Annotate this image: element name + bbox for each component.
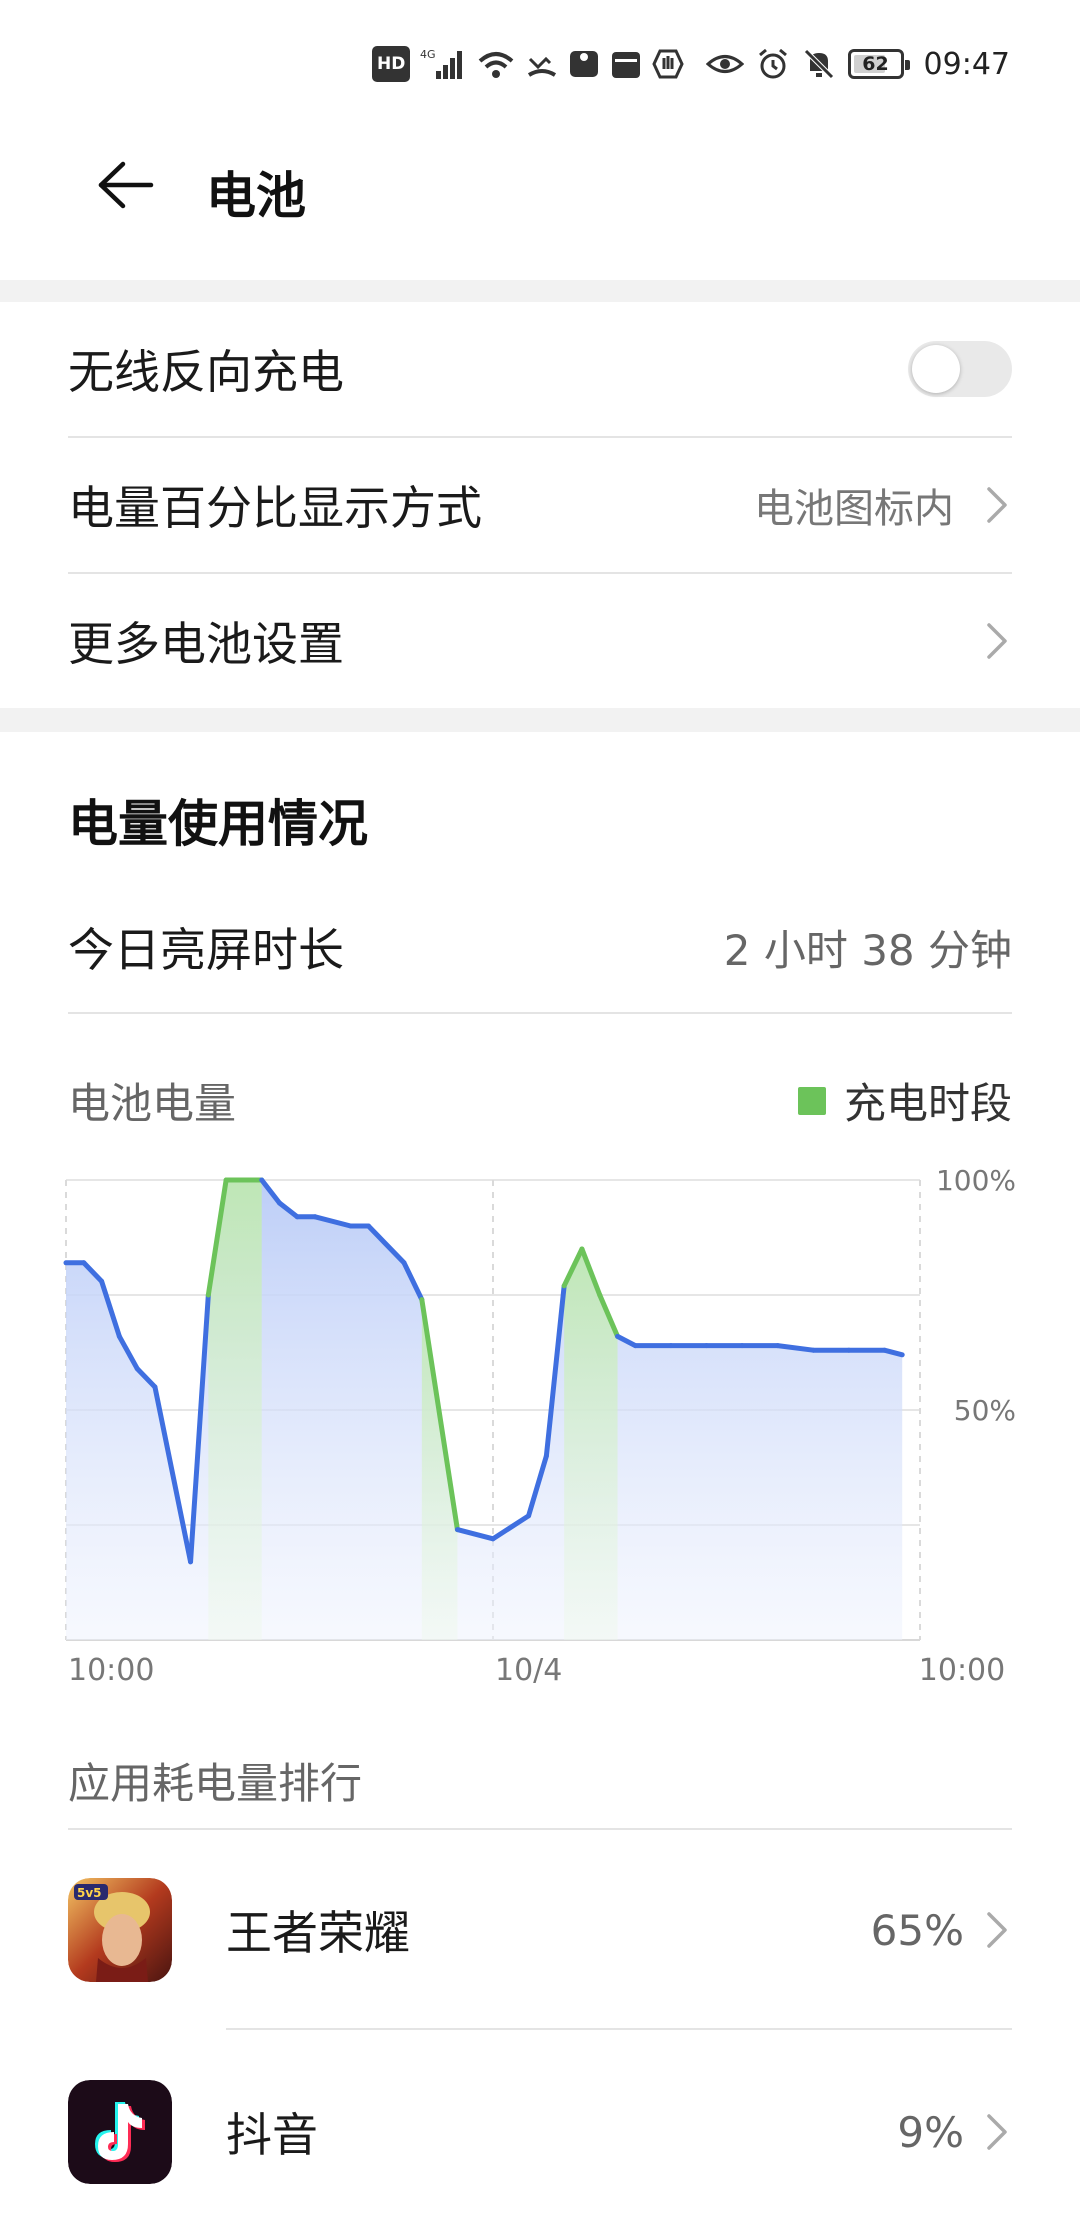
divider xyxy=(226,2028,1012,2030)
honor-of-kings-icon: 5v5 xyxy=(68,1878,172,1982)
more-battery-settings-label: 更多电池设置 xyxy=(68,617,344,671)
app-row-honor-of-kings[interactable]: 5v5 王者荣耀 65% xyxy=(68,1870,1012,1990)
battery-percent-display-row[interactable]: 电量百分比显示方式 电池图标内 xyxy=(68,438,1012,572)
charging-legend-label: 充电时段 xyxy=(843,1079,1012,1128)
wireless-reverse-charging-label: 无线反向充电 xyxy=(68,345,344,399)
signal-icon: 4G xyxy=(420,46,466,82)
app-percent: 65% xyxy=(870,1905,964,1955)
screen-time-label: 今日亮屏时长 xyxy=(68,923,344,977)
screen-time-row: 今日亮屏时长 2 小时 38 分钟 xyxy=(68,882,1012,1012)
x-tick-label: 10:00 xyxy=(919,1653,1005,1688)
eye-comfort-icon xyxy=(705,46,744,82)
chevron-right-icon xyxy=(982,621,1012,661)
section-separator xyxy=(0,708,1080,732)
battery-level-text: 62 xyxy=(862,53,889,75)
chevron-right-icon xyxy=(982,2112,1012,2152)
chart-legend: 充电时段 xyxy=(797,1070,1012,1131)
screen-time-value: 2 小时 38 分钟 xyxy=(723,925,1012,975)
page-title: 电池 xyxy=(206,167,306,225)
missed-call-icon xyxy=(526,46,558,82)
battery-percent-display-label: 电量百分比显示方式 xyxy=(68,481,482,535)
wireless-reverse-charging-toggle[interactable] xyxy=(908,341,1012,397)
x-tick-label: 10/4 xyxy=(495,1653,562,1688)
back-button[interactable] xyxy=(90,150,160,220)
app-name: 王者荣耀 xyxy=(226,1906,410,1960)
wifi-icon xyxy=(476,46,516,82)
chevron-right-icon xyxy=(982,485,1012,525)
status-icons-left: HD 4G xyxy=(372,44,684,84)
status-bar: HD 4G 62 09:47 xyxy=(0,0,1080,120)
divider xyxy=(68,1828,1012,1830)
y-tick-label: 100% xyxy=(936,1164,1016,1197)
x-tick-label: 10:00 xyxy=(68,1653,154,1688)
hd-badge: HD xyxy=(372,46,411,82)
mute-icon xyxy=(802,46,836,82)
section-separator xyxy=(0,280,1080,302)
app-header: 电池 xyxy=(0,120,1080,280)
svg-text:5v5: 5v5 xyxy=(77,1886,102,1900)
y-tick-label: 50% xyxy=(954,1394,1016,1427)
douyin-icon xyxy=(68,2080,172,2184)
more-battery-settings-row[interactable]: 更多电池设置 xyxy=(68,574,1012,708)
charging-period-area xyxy=(564,1249,618,1640)
svg-text:4G: 4G xyxy=(420,48,436,61)
status-icons-right: 62 09:47 xyxy=(705,44,1010,84)
divider xyxy=(68,1012,1012,1014)
charging-period-area xyxy=(421,1299,458,1640)
battery-level-chart[interactable]: 10:00 10/4 10:00 100% 50% xyxy=(0,1160,1080,1720)
back-arrow-icon xyxy=(98,161,154,209)
charging-legend-swatch xyxy=(797,1086,826,1115)
toggle-knob xyxy=(912,345,960,393)
app-ranking-title: 应用耗电量排行 xyxy=(68,1759,363,1808)
hand-icon xyxy=(652,46,684,82)
chevron-right-icon xyxy=(982,1910,1012,1950)
battery-percent-display-value: 电池图标内 xyxy=(754,486,954,532)
wireless-reverse-charging-row[interactable]: 无线反向充电 xyxy=(68,302,1012,436)
app-percent: 9% xyxy=(897,2107,964,2157)
calendar-icon xyxy=(610,46,642,82)
chart-title: 电池电量 xyxy=(68,1079,237,1128)
app-row-douyin[interactable]: 抖音 9% xyxy=(68,2072,1012,2192)
message-icon xyxy=(568,46,600,82)
alarm-icon xyxy=(756,46,790,82)
app-name: 抖音 xyxy=(226,2108,318,2162)
usage-section-title: 电量使用情况 xyxy=(68,795,368,853)
battery-icon: 62 xyxy=(847,49,910,79)
clock: 09:47 xyxy=(923,46,1010,82)
